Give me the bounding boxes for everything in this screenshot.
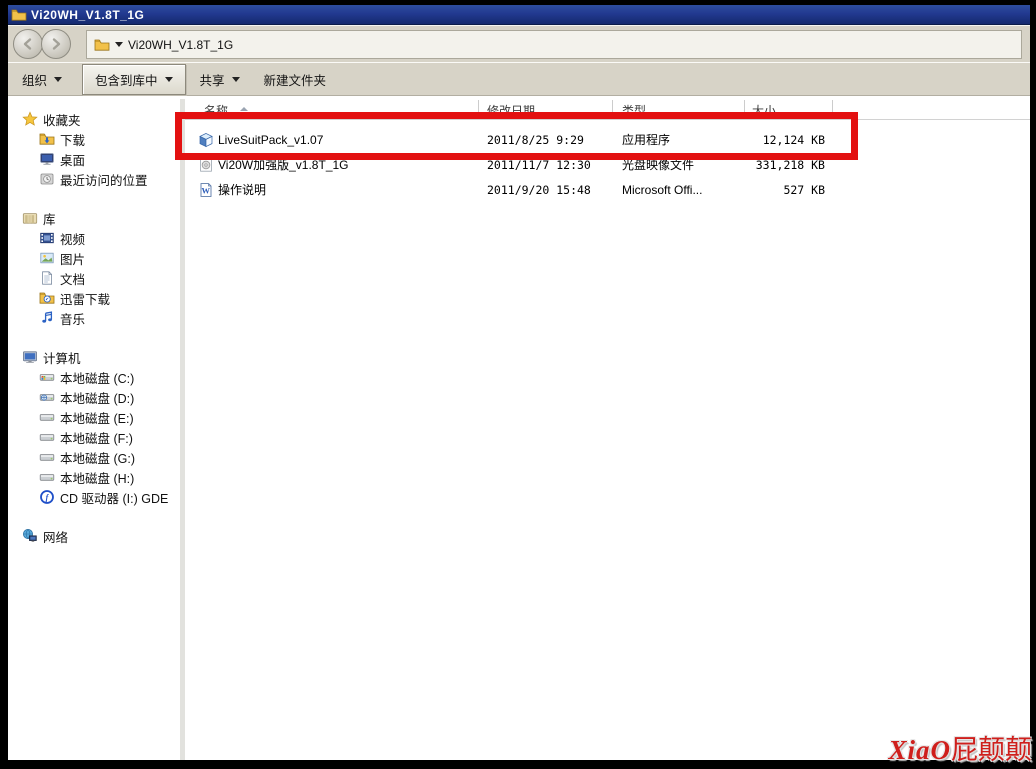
red-highlight-annotation <box>175 112 858 160</box>
word-document-icon: W <box>198 182 214 198</box>
share-label: 共享 <box>200 70 225 89</box>
drive-icon <box>39 469 55 485</box>
file-size: 527 KB <box>725 178 825 203</box>
sidebar-item-label: CD 驱动器 (I:) GDE <box>60 488 168 507</box>
desktop-icon <box>39 151 55 167</box>
drive-icon <box>39 409 55 425</box>
folder-icon <box>11 7 27 23</box>
back-button[interactable] <box>13 29 43 59</box>
sidebar-item-2-5[interactable]: 本地磁盘 (H:) <box>8 467 180 487</box>
watermark-latin: XiaO <box>888 735 951 765</box>
sidebar-item-label: 本地磁盘 (H:) <box>60 468 134 487</box>
sidebar-item-2-6[interactable]: f CD 驱动器 (I:) GDE <box>8 487 180 507</box>
address-path: Vi20WH_V1.8T_1G <box>128 38 233 52</box>
sort-ascending-icon <box>240 107 248 111</box>
back-arrow-icon <box>21 37 35 51</box>
include-in-library-label: 包含到库中 <box>95 70 158 89</box>
sidebar-item-label: 本地磁盘 (C:) <box>60 368 134 387</box>
sidebar-item-label: 图片 <box>60 249 85 268</box>
sidebar-group-label: 计算机 <box>43 348 81 367</box>
sidebar-group-0[interactable]: 收藏夹 <box>8 109 180 129</box>
explorer-window: Vi20WH_V1.8T_1G Vi20WH_V1.8T_1G 组织 包含到库中… <box>8 5 1030 760</box>
chevron-down-icon <box>232 77 240 82</box>
sidebar-item-1-4[interactable]: 音乐 <box>8 308 180 328</box>
sidebar-item-label: 音乐 <box>60 309 85 328</box>
sidebar-item-label: 桌面 <box>60 150 85 169</box>
system-drive-icon <box>39 369 55 385</box>
sidebar: 收藏夹下载桌面最近访问的位置库视频图片文档迅雷下载音乐计算机本地磁盘 (C:)本… <box>8 99 180 760</box>
sidebar-item-label: 本地磁盘 (D:) <box>60 388 134 407</box>
file-name: 操作说明 <box>218 178 266 203</box>
organize-label: 组织 <box>22 70 47 89</box>
pictures-icon <box>39 250 55 266</box>
file-list-pane: 名称 修改日期 类型 大小 LiveSuitPack_v1.072011/8/2… <box>185 99 1030 760</box>
sidebar-group-label: 库 <box>43 209 56 228</box>
command-toolbar: 组织 包含到库中 共享 新建文件夹 <box>8 62 1030 96</box>
drive-icon <box>39 449 55 465</box>
sidebar-item-label: 本地磁盘 (G:) <box>60 448 135 467</box>
documents-icon <box>39 270 55 286</box>
new-folder-label: 新建文件夹 <box>264 70 327 89</box>
share-button[interactable]: 共享 <box>190 65 250 94</box>
titlebar: Vi20WH_V1.8T_1G <box>8 5 1030 25</box>
address-bar[interactable]: Vi20WH_V1.8T_1G <box>86 30 1022 59</box>
recent-places-icon <box>39 171 55 187</box>
sidebar-item-label: 本地磁盘 (E:) <box>60 408 134 427</box>
sidebar-item-0-1[interactable]: 桌面 <box>8 149 180 169</box>
sidebar-item-0-2[interactable]: 最近访问的位置 <box>8 169 180 189</box>
sidebar-item-1-3[interactable]: 迅雷下载 <box>8 288 180 308</box>
drive-d-icon <box>39 389 55 405</box>
navigation-bar: Vi20WH_V1.8T_1G <box>8 25 1030 62</box>
chevron-down-icon <box>165 77 173 82</box>
chevron-down-icon <box>54 77 62 82</box>
sidebar-item-label: 本地磁盘 (F:) <box>60 428 133 447</box>
thunder-download-icon <box>39 290 55 306</box>
star-icon <box>22 111 38 127</box>
content-area: 收藏夹下载桌面最近访问的位置库视频图片文档迅雷下载音乐计算机本地磁盘 (C:)本… <box>8 99 1030 760</box>
watermark: XiaO屁颠颠 <box>888 728 1032 767</box>
sidebar-group-3[interactable]: 网络 <box>8 526 180 546</box>
forward-button[interactable] <box>41 29 71 59</box>
sidebar-item-1-0[interactable]: 视频 <box>8 228 180 248</box>
forward-arrow-icon <box>49 37 63 51</box>
include-in-library-button[interactable]: 包含到库中 <box>82 64 186 95</box>
organize-button[interactable]: 组织 <box>12 65 72 94</box>
address-dropdown-icon[interactable] <box>115 42 123 47</box>
sidebar-item-label: 文档 <box>60 269 85 288</box>
file-row[interactable]: W 操作说明 2011/9/20 15:48 Microsoft Offi... 527… <box>185 178 1030 203</box>
watermark-cjk: 屁颠颠 <box>951 735 1032 765</box>
file-date: 2011/9/20 15:48 <box>487 178 591 203</box>
sidebar-item-1-2[interactable]: 文档 <box>8 268 180 288</box>
sidebar-item-0-0[interactable]: 下载 <box>8 129 180 149</box>
network-icon <box>22 528 38 544</box>
sidebar-item-2-3[interactable]: 本地磁盘 (F:) <box>8 427 180 447</box>
sidebar-item-2-4[interactable]: 本地磁盘 (G:) <box>8 447 180 467</box>
download-folder-icon <box>39 131 55 147</box>
new-folder-button[interactable]: 新建文件夹 <box>254 65 337 94</box>
sidebar-group-2[interactable]: 计算机 <box>8 347 180 367</box>
sidebar-item-2-1[interactable]: 本地磁盘 (D:) <box>8 387 180 407</box>
videos-icon <box>39 230 55 246</box>
sidebar-item-2-0[interactable]: 本地磁盘 (C:) <box>8 367 180 387</box>
sidebar-group-1[interactable]: 库 <box>8 208 180 228</box>
sidebar-item-1-1[interactable]: 图片 <box>8 248 180 268</box>
sidebar-item-label: 迅雷下载 <box>60 289 110 308</box>
sidebar-item-label: 最近访问的位置 <box>60 170 148 189</box>
cd-drive-icon: f <box>39 489 55 505</box>
sidebar-item-label: 视频 <box>60 229 85 248</box>
window-title: Vi20WH_V1.8T_1G <box>31 8 144 22</box>
sidebar-group-label: 收藏夹 <box>43 110 81 129</box>
sidebar-item-2-2[interactable]: 本地磁盘 (E:) <box>8 407 180 427</box>
file-type: Microsoft Offi... <box>622 178 702 203</box>
sidebar-group-label: 网络 <box>43 527 68 546</box>
music-icon <box>39 310 55 326</box>
folder-icon <box>94 37 110 53</box>
svg-text:W: W <box>202 186 211 196</box>
drive-icon <box>39 429 55 445</box>
library-icon <box>22 210 38 226</box>
sidebar-item-label: 下载 <box>60 130 85 149</box>
computer-icon <box>22 349 38 365</box>
